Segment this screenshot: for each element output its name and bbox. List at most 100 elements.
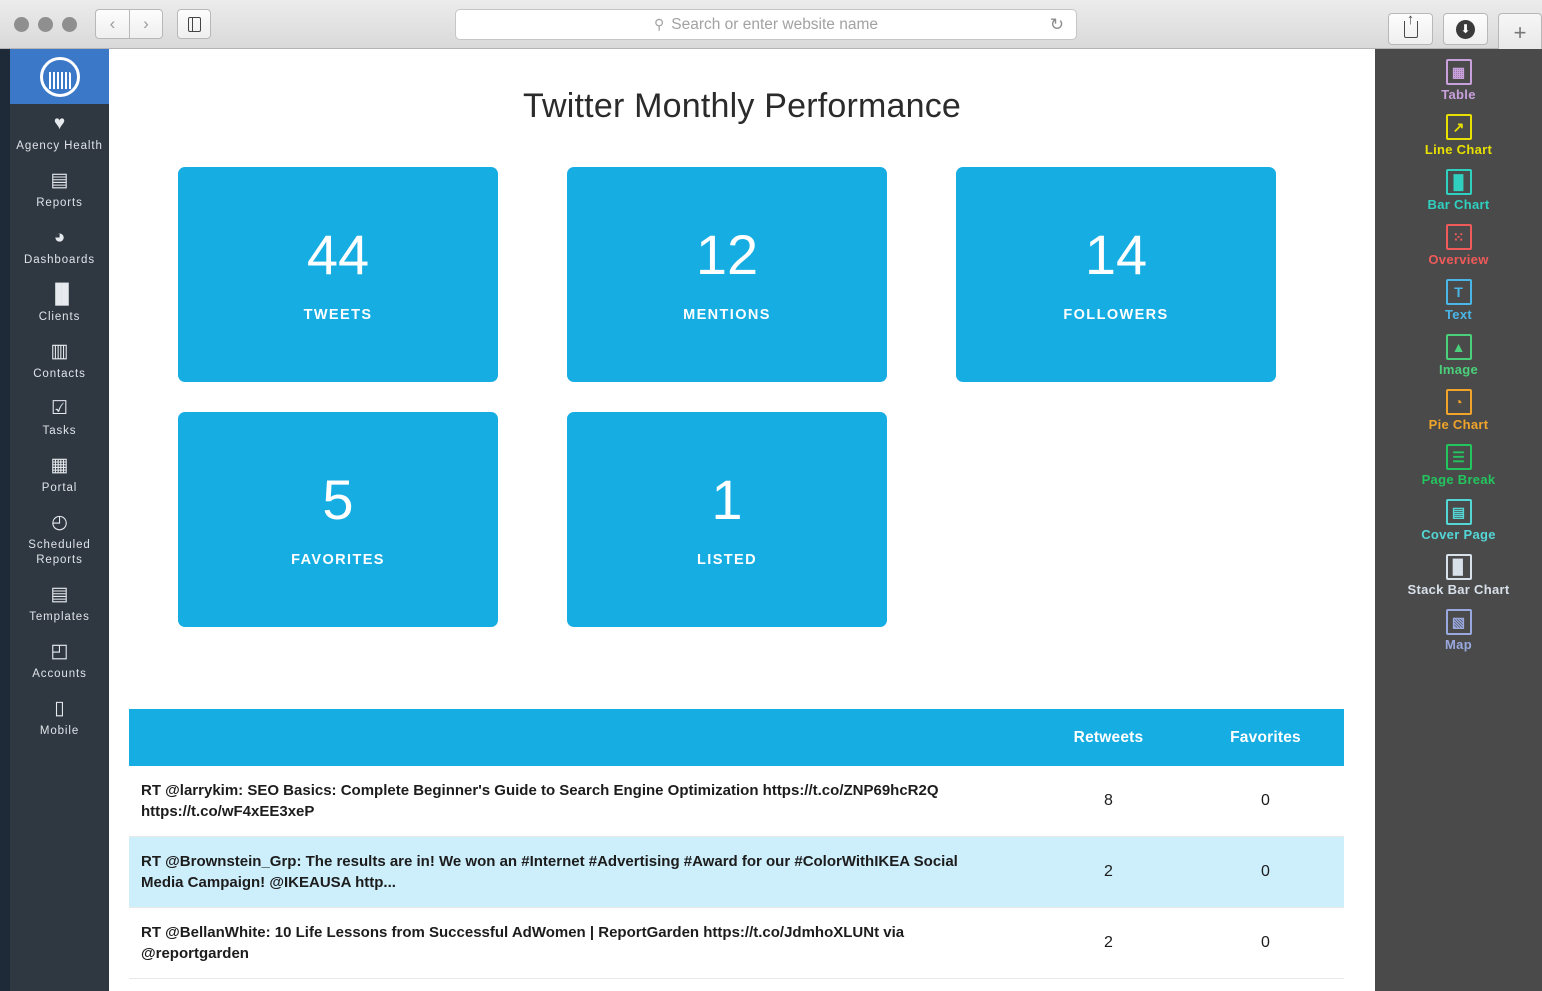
- sidebar-toggle-button[interactable]: [177, 9, 211, 39]
- sidebar-item-tasks[interactable]: ☑Tasks: [10, 389, 109, 446]
- retweets-cell: 2: [1030, 908, 1187, 979]
- sidebar-item-label: Dashboards: [14, 253, 105, 268]
- table-row[interactable]: RT @BellanWhite: 10 Life Lessons from Su…: [129, 908, 1344, 979]
- metric-value: 14: [1085, 227, 1147, 283]
- clock-icon: ◴: [49, 512, 71, 534]
- sidebar-item-accounts[interactable]: ◰Accounts: [10, 632, 109, 689]
- widget-page-break[interactable]: ☰Page Break: [1375, 444, 1542, 487]
- metric-value: 5: [322, 472, 353, 528]
- sidebar-item-contacts[interactable]: ▥Contacts: [10, 332, 109, 389]
- favorites-cell: 0: [1187, 766, 1344, 837]
- cover-page-icon: ▤: [1446, 499, 1472, 525]
- app-logo[interactable]: [10, 49, 109, 104]
- table-row[interactable]: RT @Brownstein_Grp: The results are in! …: [129, 837, 1344, 908]
- address-bar-placeholder: Search or enter website name: [671, 16, 878, 34]
- favorites-cell: 0: [1187, 837, 1344, 908]
- back-button[interactable]: ‹: [95, 9, 129, 39]
- download-icon: ⬇: [1456, 20, 1475, 39]
- widget-label: Bar Chart: [1375, 197, 1542, 212]
- sidebar-item-templates[interactable]: ▤ Templates: [10, 575, 109, 632]
- column-header-tweet[interactable]: [129, 709, 1030, 766]
- widget-stack-bar-chart[interactable]: ▉Stack Bar Chart: [1375, 554, 1542, 597]
- reload-icon[interactable]: ↻: [1050, 15, 1064, 35]
- metric-label: FOLLOWERS: [1063, 307, 1168, 323]
- widget-pie-chart[interactable]: ◔ Pie Chart: [1375, 389, 1542, 432]
- sidebar-item-scheduled-reports[interactable]: ◴Scheduled Reports: [10, 503, 109, 575]
- forward-button[interactable]: ›: [129, 9, 163, 39]
- widget-label: Pie Chart: [1375, 417, 1542, 432]
- widget-overview[interactable]: ⁙ Overview: [1375, 224, 1542, 267]
- widget-label: Line Chart: [1375, 142, 1542, 157]
- report-icon: ▤: [49, 170, 71, 192]
- metric-card-tweets[interactable]: 44TWEETS: [178, 167, 498, 382]
- metric-card-listed[interactable]: 1LISTED: [567, 412, 887, 627]
- chevron-left-icon: ‹: [110, 14, 116, 34]
- widget-text[interactable]: TText: [1375, 279, 1542, 322]
- sidebar-item-label: Portal: [14, 481, 105, 496]
- sidebar-item-dashboards[interactable]: ◕ Dashboards: [10, 218, 109, 275]
- sidebar-item-mobile[interactable]: ▯Mobile: [10, 689, 109, 746]
- new-tab-button[interactable]: +: [1498, 13, 1542, 51]
- map-icon: ▧: [1446, 609, 1472, 635]
- widget-label: Page Break: [1375, 472, 1542, 487]
- metric-cards-grid: 44TWEETS 12 MENTIONS 14 FOLLOWERS 5 FAVORITES…: [178, 167, 1288, 657]
- chevron-right-icon: ›: [143, 14, 149, 34]
- widget-bar-chart[interactable]: █ Bar Chart: [1375, 169, 1542, 212]
- column-header-retweets[interactable]: Retweets: [1030, 709, 1187, 766]
- widget-cover-page[interactable]: ▤ Cover Page: [1375, 499, 1542, 542]
- share-icon: [1404, 21, 1418, 38]
- line-chart-icon: ↗: [1446, 114, 1472, 140]
- pie-chart-icon: ◕: [49, 227, 71, 249]
- widget-label: Image: [1375, 362, 1542, 377]
- downloads-button[interactable]: ⬇: [1443, 13, 1488, 45]
- pie-chart-icon: ◔: [1446, 389, 1472, 415]
- widget-table[interactable]: ▦Table: [1375, 59, 1542, 102]
- bar-chart-icon: █: [1446, 169, 1472, 195]
- cards-icon: ◰: [49, 641, 71, 663]
- widget-line-chart[interactable]: ↗ Line Chart: [1375, 114, 1542, 157]
- tweet-text-cell: RT @Brownstein_Grp: The results are in! …: [129, 837, 1030, 908]
- minimize-window-button[interactable]: [38, 17, 53, 32]
- sidebar-item-label: Clients: [14, 310, 105, 325]
- metric-value: 44: [307, 227, 369, 283]
- tweets-table: Retweets Favorites RT @larrykim: SEO Bas…: [129, 709, 1344, 979]
- sidebar-item-reports[interactable]: ▤Reports: [10, 161, 109, 218]
- checkbox-icon: ☑: [49, 398, 71, 420]
- widget-label: Cover Page: [1375, 527, 1542, 542]
- image-icon: ▲: [1446, 334, 1472, 360]
- retweets-cell: 2: [1030, 837, 1187, 908]
- briefcase-icon: ▐▌: [49, 284, 71, 306]
- maximize-window-button[interactable]: [62, 17, 77, 32]
- share-button[interactable]: [1388, 13, 1433, 45]
- sidebar-panel-icon: [188, 17, 201, 32]
- widget-palette: ▦Table ↗ Line Chart █ Bar Chart ⁙ Overview TTex…: [1375, 49, 1542, 991]
- metric-label: FAVORITES: [291, 552, 385, 568]
- retweets-cell: 8: [1030, 766, 1187, 837]
- table-icon: ▦: [1446, 59, 1472, 85]
- widget-label: Overview: [1375, 252, 1542, 267]
- plus-icon: +: [1514, 20, 1527, 46]
- stack-bar-chart-icon: ▉: [1446, 554, 1472, 580]
- address-bar[interactable]: ⚲ Search or enter website name ↻: [455, 9, 1077, 40]
- metric-value: 12: [696, 227, 758, 283]
- metric-card-followers[interactable]: 14 FOLLOWERS: [956, 167, 1276, 382]
- metric-card-mentions[interactable]: 12 MENTIONS: [567, 167, 887, 382]
- metric-label: MENTIONS: [683, 307, 771, 323]
- sidebar-item-label: Templates: [14, 610, 105, 625]
- document-icon: ▤: [49, 584, 71, 606]
- tweet-text-cell: RT @larrykim: SEO Basics: Complete Begin…: [129, 766, 1030, 837]
- sidebar-item-clients[interactable]: ▐▌ Clients: [10, 275, 109, 332]
- sidebar-item-portal[interactable]: ▦Portal: [10, 446, 109, 503]
- sidebar-item-agency-health[interactable]: ♥Agency Health: [10, 104, 109, 161]
- navigation-buttons: ‹ ›: [95, 9, 163, 39]
- table-row[interactable]: RT @larrykim: SEO Basics: Complete Begin…: [129, 766, 1344, 837]
- widget-map[interactable]: ▧Map: [1375, 609, 1542, 652]
- metric-card-favorites[interactable]: 5 FAVORITES: [178, 412, 498, 627]
- contact-book-icon: ▥: [49, 341, 71, 363]
- column-header-favorites[interactable]: Favorites: [1187, 709, 1344, 766]
- overview-icon: ⁙: [1446, 224, 1472, 250]
- widget-label: Text: [1375, 307, 1542, 322]
- tweets-table-header: Retweets Favorites: [129, 709, 1344, 766]
- widget-image[interactable]: ▲ Image: [1375, 334, 1542, 377]
- close-window-button[interactable]: [14, 17, 29, 32]
